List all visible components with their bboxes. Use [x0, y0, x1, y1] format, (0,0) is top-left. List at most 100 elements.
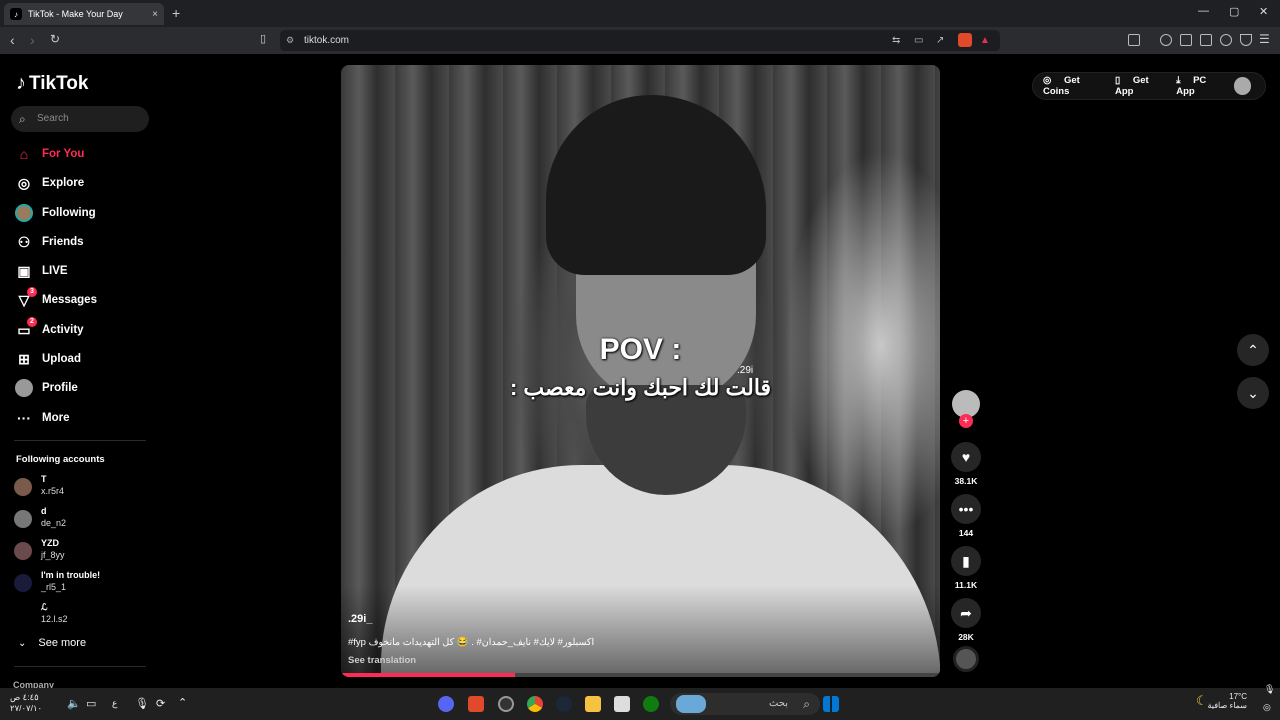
search-placeholder: Search [37, 113, 69, 124]
next-video-button[interactable]: ⌄ [1237, 377, 1269, 409]
video-author[interactable]: .29i_ [348, 613, 372, 625]
sidebar-panel-icon[interactable] [1128, 34, 1140, 46]
site-info-icon[interactable]: ⚙ [286, 30, 294, 51]
nav-following[interactable]: Following [14, 202, 96, 224]
weather-widget[interactable]: 17°C سماء صافية [1207, 692, 1247, 710]
nav-explore[interactable]: ◎ Explore [14, 172, 84, 194]
pc-app-button[interactable]: ⤓ PC App [1176, 75, 1224, 97]
minimize-button[interactable]: — [1198, 5, 1209, 17]
get-coins-button[interactable]: ◎ Get Coins [1043, 75, 1105, 97]
brave-shield-icon[interactable] [958, 33, 972, 47]
chevron-down-icon: ⌄ [1247, 385, 1259, 401]
search-icon: ⌕ [19, 112, 26, 126]
sidebar-divider [14, 440, 146, 441]
rewards-icon[interactable]: ▲ [980, 30, 990, 51]
media-icon[interactable] [1160, 34, 1172, 46]
windows-start-icon[interactable] [823, 696, 839, 712]
nav-label: For You [42, 148, 85, 160]
previous-video-button[interactable]: ⌃ [1237, 334, 1269, 366]
search-input[interactable]: ⌕ Search [11, 106, 149, 132]
caption-gradient [341, 585, 940, 677]
reload-icon[interactable]: ↻ [50, 32, 60, 46]
cast-icon[interactable]: ▭ [914, 30, 923, 51]
save-button[interactable]: ▮ [951, 546, 981, 576]
nav-friends[interactable]: ⚇ Friends [14, 231, 84, 253]
file-explorer-icon[interactable] [585, 696, 601, 712]
comment-button[interactable]: ••• [951, 494, 981, 524]
volume-icon[interactable]: 🔈 [67, 697, 81, 710]
clock[interactable]: ٤:٤٥ ص ٢٧/٠٧/١٠ [10, 692, 42, 714]
nav-for-you[interactable]: ⌂ For You [14, 143, 85, 165]
bookmark-icon[interactable]: ▯ [260, 32, 266, 45]
taskbar-search-text: بحث [768, 698, 788, 709]
share-icon[interactable]: ↗ [936, 30, 944, 51]
taskbar-search-input[interactable]: بحث ⌕ [670, 693, 820, 715]
store-icon[interactable] [614, 696, 630, 712]
chrome-icon[interactable] [527, 696, 543, 712]
follow-plus-icon[interactable]: + [959, 414, 973, 428]
avatar [14, 606, 32, 624]
account-item[interactable]: T x.r5r4 [14, 474, 154, 502]
get-app-button[interactable]: ▯ Get App [1115, 75, 1166, 97]
reading-list-icon[interactable] [1180, 34, 1192, 46]
translate-icon[interactable]: ⇆ [892, 30, 900, 51]
account-item[interactable]: YZD jf_8yy [14, 538, 154, 566]
mic-tray-icon[interactable]: 🎙 [1264, 684, 1275, 695]
music-disc-icon[interactable] [953, 646, 979, 672]
video-progress-bar[interactable] [341, 673, 940, 677]
logo-text: TikTok [29, 72, 89, 94]
nav-label: More [42, 412, 70, 424]
browser-tab[interactable]: ♪ TikTok - Make Your Day × [4, 3, 164, 25]
brave-icon[interactable] [468, 696, 484, 712]
profile-icon [14, 378, 34, 398]
video-frame-hair [546, 95, 766, 275]
video-player[interactable]: POV : .29i قالت لك احبك وانت معصب : .29i… [341, 65, 940, 677]
notification-icon[interactable]: ◎ [1263, 702, 1271, 713]
share-button[interactable]: ➦ [951, 598, 981, 628]
avatar [14, 478, 32, 496]
video-caption[interactable]: #fyp اكسبلور# لايك# نايف_حمدان# . 😂 كل ا… [348, 637, 594, 648]
chevron-down-icon: ⌄ [18, 637, 27, 649]
url-input[interactable]: ⚙ tiktok.com ⇆ ▭ ↗ ▲ [280, 30, 1000, 51]
nav-upload[interactable]: ⊞ Upload [14, 348, 81, 370]
forward-icon[interactable]: › [30, 32, 35, 48]
menu-icon[interactable]: ☰ [1259, 32, 1270, 46]
back-icon[interactable]: ‹ [10, 32, 15, 48]
leo-ai-icon[interactable] [1220, 34, 1232, 46]
account-item[interactable]: ℒ 12.l.s2 [14, 602, 154, 630]
new-tab-button[interactable]: + [172, 5, 180, 21]
nav-label: LIVE [42, 265, 68, 277]
sync-icon[interactable]: ⟳ [156, 697, 165, 710]
like-button[interactable]: ♥ [951, 442, 981, 472]
get-coins-label: Get Coins [1043, 75, 1080, 97]
see-more-button[interactable]: ⌄ See more [18, 637, 86, 649]
nav-messages[interactable]: ▽ 3 Messages [14, 287, 97, 311]
vpn-icon[interactable] [1240, 34, 1252, 46]
account-item[interactable]: d de_n2 [14, 506, 154, 534]
nav-profile[interactable]: Profile [14, 377, 78, 399]
microphone-icon[interactable]: 🎙 [135, 697, 149, 710]
discord-icon[interactable] [438, 696, 454, 712]
tiktok-logo[interactable]: ♪ TikTok [16, 72, 88, 95]
nav-activity[interactable]: ▭ 2 Activity [14, 317, 84, 341]
see-translation-link[interactable]: See translation [348, 655, 416, 666]
user-avatar[interactable] [1234, 77, 1252, 95]
account-item[interactable]: I'm in trouble! _rl5_1 [14, 570, 154, 598]
xbox-icon[interactable] [643, 696, 659, 712]
steam-icon[interactable] [556, 696, 572, 712]
following-accounts-title: Following accounts [16, 454, 105, 465]
bookmark-icon: ▮ [962, 552, 970, 569]
browser-tab-bar: ♪ TikTok - Make Your Day × + — ▢ ✕ [0, 0, 1280, 27]
tab-close-icon[interactable]: × [152, 9, 158, 20]
account-name: I'm in trouble! [41, 570, 101, 580]
wallet-icon[interactable] [1200, 34, 1212, 46]
language-indicator[interactable]: ع [112, 698, 117, 709]
obs-icon[interactable] [498, 696, 514, 712]
close-window-button[interactable]: ✕ [1259, 5, 1268, 18]
nav-more[interactable]: ··· More [14, 407, 69, 429]
maximize-button[interactable]: ▢ [1229, 5, 1239, 18]
nav-live[interactable]: ▣ LIVE [14, 260, 68, 282]
messages-icon: ▽ 3 [14, 287, 37, 310]
network-icon[interactable]: ▭ [86, 697, 96, 710]
tray-expand-icon[interactable]: ⌃ [178, 696, 187, 709]
